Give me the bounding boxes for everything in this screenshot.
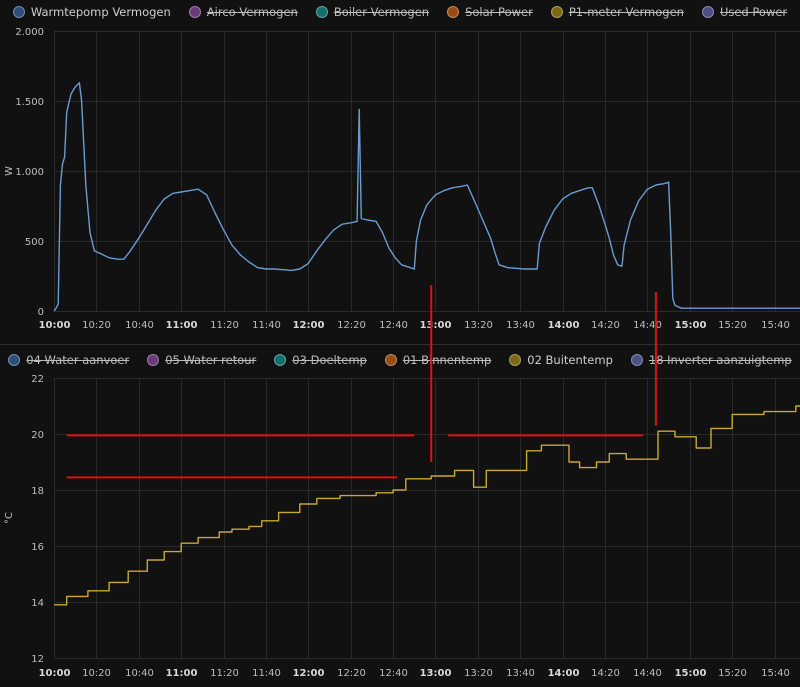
- charts-canvas: 0 500 1.000 1.500 2.000 10:00 10:20 10:40 11:00 1…: [0, 27, 800, 679]
- y-axis-label: °C: [4, 512, 15, 524]
- x-tick-label: 15:20: [718, 320, 747, 331]
- x-tick-label: 13:20: [464, 668, 493, 679]
- power-series-line: [53, 82, 800, 312]
- y-tick-label: 2.000: [15, 27, 44, 38]
- y-tick-label: 12: [31, 654, 44, 665]
- x-tick-label: 10:00: [39, 320, 71, 331]
- x-tick-label: 12:40: [379, 668, 408, 679]
- x-tick-label: 10:40: [125, 320, 154, 331]
- x-tick-label: 13:00: [420, 668, 452, 679]
- y-tick-label: 20: [31, 430, 44, 441]
- dashboard: Warmtepomp Vermogen Airco Vermogen Boiler …: [0, 0, 800, 687]
- y-tick-label: 0: [38, 307, 44, 318]
- x-tick-label: 13:40: [506, 320, 535, 331]
- x-tick-label: 14:00: [548, 668, 580, 679]
- y-tick-label: 16: [31, 542, 44, 553]
- y-axis-label: W: [4, 166, 15, 176]
- x-tick-label: 10:40: [125, 668, 154, 679]
- x-tick-label: 10:20: [82, 668, 111, 679]
- y-tick-label: 18: [31, 486, 44, 497]
- x-tick-label: 14:20: [591, 668, 620, 679]
- x-tick-label: 14:40: [633, 668, 662, 679]
- y-tick-label: 500: [25, 237, 44, 248]
- x-tick-label: 11:40: [252, 320, 281, 331]
- x-tick-label: 13:00: [420, 320, 452, 331]
- x-tick-label: 13:40: [506, 668, 535, 679]
- y-tick-label: 14: [31, 598, 44, 609]
- x-tick-label: 10:00: [39, 668, 71, 679]
- x-tick-label: 14:00: [548, 320, 580, 331]
- x-tick-label: 12:40: [379, 320, 408, 331]
- x-tick-label: 12:00: [293, 320, 325, 331]
- x-tick-label: 10:20: [82, 320, 111, 331]
- x-tick-label: 12:20: [337, 668, 366, 679]
- x-tick-label: 12:00: [293, 668, 325, 679]
- x-tick-label: 11:20: [210, 668, 239, 679]
- x-tick-label: 11:00: [166, 668, 198, 679]
- y-tick-label: 1.000: [15, 167, 44, 178]
- x-tick-label: 15:00: [675, 320, 707, 331]
- x-tick-label: 14:40: [633, 320, 662, 331]
- y-tick-label: 1.500: [15, 97, 44, 108]
- x-tick-label: 12:20: [337, 320, 366, 331]
- x-tick-label: 11:00: [166, 320, 198, 331]
- x-tick-label: 11:20: [210, 320, 239, 331]
- x-tick-label: 15:40: [761, 668, 790, 679]
- y-tick-label: 22: [31, 374, 44, 385]
- x-tick-label: 14:20: [591, 320, 620, 331]
- x-tick-label: 13:20: [464, 320, 493, 331]
- x-tick-label: 15:20: [718, 668, 747, 679]
- x-tick-label: 15:00: [675, 668, 707, 679]
- x-tick-label: 11:40: [252, 668, 281, 679]
- x-tick-label: 15:40: [761, 320, 790, 331]
